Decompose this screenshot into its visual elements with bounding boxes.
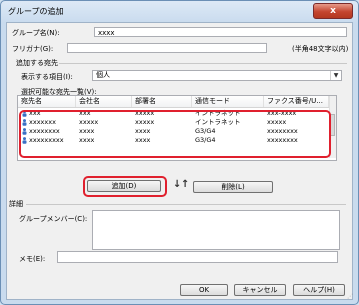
ok-button[interactable]: OK [180,284,228,296]
column-header-department[interactable]: 部署名 [132,96,192,107]
close-button[interactable]: x [313,3,353,19]
display-items-value: 個人 [96,71,110,79]
dialog-window: グループの追加 x グループ名(N): xxxx フリガナ(G): (半角48文… [0,0,359,305]
help-button[interactable]: ヘルプ(H) [293,284,345,296]
group-name-label: グループ名(N): [12,29,60,37]
group-name-input[interactable]: xxxx [94,27,347,37]
highlight-rows-box [19,110,331,158]
details-divider [26,204,346,205]
details-section-title: 詳細 [9,200,23,208]
cancel-button[interactable]: キャンセル [234,284,286,296]
up-arrow-icon: ↑ [181,179,190,190]
column-header-company[interactable]: 会社名 [76,96,132,107]
column-header-fax[interactable]: ファクス番号/U... [264,96,329,107]
display-items-label: 表示する項目(I): [21,73,73,81]
furigana-hint: (半角48文字以内) [292,45,349,53]
title-bar[interactable]: グループの追加 x [1,1,358,21]
furigana-label: フリガナ(G): [12,45,54,53]
column-header-name[interactable]: 宛先名 [18,96,76,107]
add-section-divider [59,63,347,64]
memo-label: メモ(E): [19,255,46,263]
group-members-label: グループメンバー(C): [19,215,88,223]
resize-grip-icon[interactable]: ⋰ [347,293,353,300]
furigana-input[interactable] [67,43,267,53]
highlight-add-button-box [83,176,167,197]
group-members-box[interactable] [92,210,340,250]
column-header-mode[interactable]: 通信モード [192,96,264,107]
remove-button[interactable]: 削除(L) [193,181,273,193]
memo-input[interactable] [57,251,338,263]
add-section-title: 追加する宛先 [16,59,58,67]
display-items-select[interactable]: 個人 ▼ [92,70,342,81]
address-list-header: 宛先名 会社名 部署名 通信モード ファクス番号/U... [18,96,329,108]
window-title: グループの追加 [8,7,64,16]
chevron-down-icon[interactable]: ▼ [330,71,341,80]
